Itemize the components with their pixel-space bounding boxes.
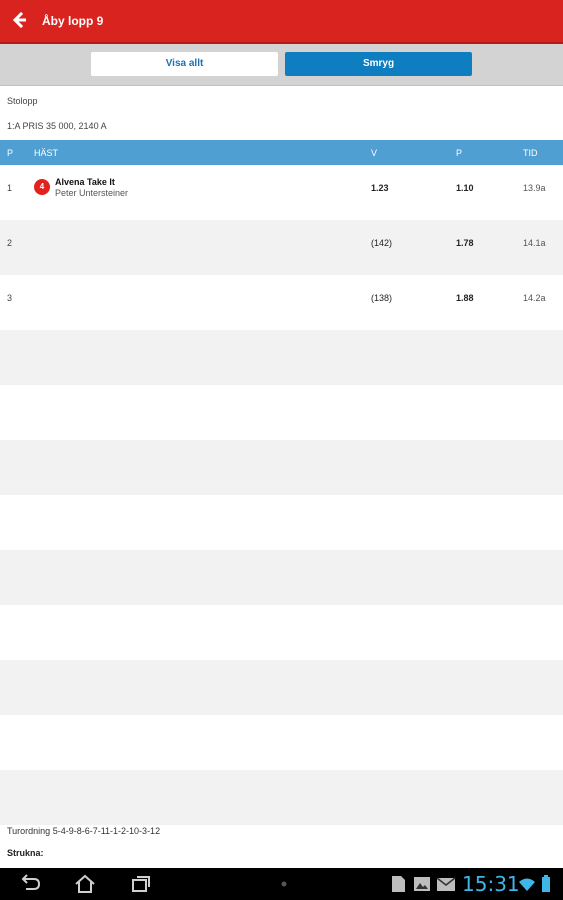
empty-row [0, 715, 563, 770]
row-p: 1.10 [456, 183, 474, 193]
mail-icon [436, 877, 456, 891]
header-position: P [7, 148, 14, 158]
empty-row [0, 605, 563, 660]
compact-view-button[interactable]: Smryg [285, 52, 472, 76]
row-time: 14.2a [523, 293, 546, 303]
results-table-header: P HÄST V P TID [0, 140, 563, 165]
battery-icon [542, 875, 550, 892]
race-prize: 1:A PRIS 35 000, 2140 A [7, 121, 107, 131]
system-navigation-bar: 15:31 [0, 868, 563, 900]
finishing-order: Turordning 5-4-9-8-6-7-11-1-2-10-3-12 [7, 826, 161, 836]
table-row[interactable]: 1 4 Alvena Take It Peter Untersteiner 1.… [0, 165, 563, 220]
header-time: TID [523, 148, 538, 158]
empty-row [0, 385, 563, 440]
status-clock: 15:31 [462, 872, 520, 896]
table-row[interactable]: 3 (138) 1.88 14.2a [0, 275, 563, 330]
empty-row [0, 330, 563, 385]
image-icon [414, 877, 430, 891]
empty-row [0, 550, 563, 605]
header-horse: HÄST [34, 148, 59, 158]
menu-dot-icon [281, 881, 287, 887]
home-icon[interactable] [73, 873, 97, 895]
empty-row [0, 660, 563, 715]
table-row[interactable]: 2 (142) 1.78 14.1a [0, 220, 563, 275]
scratched-label: Strukna: [7, 848, 44, 858]
row-position: 1 [7, 183, 13, 193]
wifi-icon [519, 878, 535, 891]
recent-apps-icon[interactable] [129, 873, 153, 895]
row-position: 3 [7, 293, 13, 303]
row-v: (142) [371, 238, 393, 248]
row-time: 14.1a [523, 238, 546, 248]
header-p: P [456, 148, 463, 158]
show-all-button[interactable]: Visa allt [91, 52, 278, 76]
horse-name: Alvena Take It [55, 177, 115, 187]
start-number-badge: 4 [34, 179, 50, 195]
row-v: 1.23 [371, 183, 389, 193]
empty-row [0, 770, 563, 825]
header-v: V [371, 148, 378, 158]
back-arrow-icon[interactable] [8, 9, 30, 31]
row-v: (138) [371, 293, 393, 303]
back-icon[interactable] [18, 873, 42, 895]
page-title: Åby lopp 9 [42, 14, 104, 28]
row-position: 2 [7, 238, 13, 248]
race-type: Stolopp [7, 96, 38, 106]
row-p: 1.78 [456, 238, 474, 248]
top-app-bar: Åby lopp 9 [0, 0, 563, 44]
empty-row [0, 440, 563, 495]
segment-control: Visa allt Smryg [0, 44, 563, 86]
results-table: 1 4 Alvena Take It Peter Untersteiner 1.… [0, 165, 563, 825]
document-icon [392, 876, 405, 892]
driver-name: Peter Untersteiner [55, 188, 129, 198]
empty-row [0, 495, 563, 550]
row-p: 1.88 [456, 293, 474, 303]
row-time: 13.9a [523, 183, 546, 193]
